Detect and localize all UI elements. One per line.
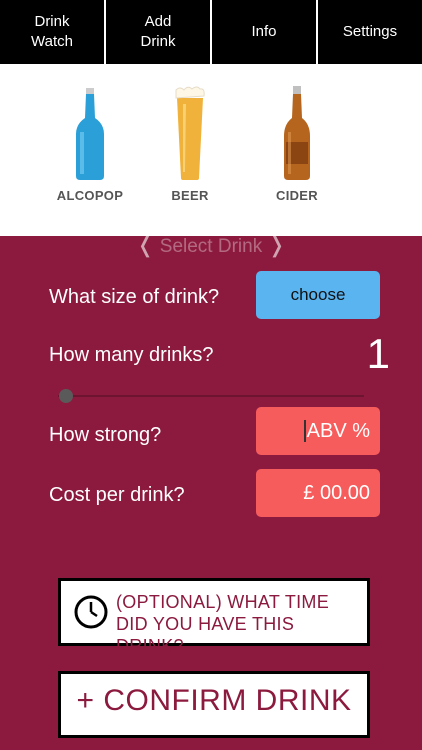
drink-option-beer[interactable]: BEER [145, 84, 235, 214]
tab-info[interactable]: Info [212, 0, 318, 64]
beer-glass-icon [175, 86, 205, 180]
strength-label: How strong? [49, 424, 162, 446]
text-cursor [303, 420, 306, 442]
abv-placeholder: ABV % [306, 419, 370, 442]
top-nav: Drink Watch Add Drink Info Settings [0, 0, 422, 64]
drink-count-slider-handle[interactable] [59, 389, 73, 403]
size-label: What size of drink? [49, 286, 220, 308]
clock-icon [74, 595, 108, 629]
drink-picker[interactable]: ALCOPOP BEER CIDER [0, 64, 422, 236]
select-drink-label: Select Drink [159, 236, 263, 257]
size-choose-button[interactable]: choose [256, 271, 380, 319]
cost-input[interactable]: £ 00.00 [256, 469, 380, 517]
drink-option-cider[interactable]: CIDER [252, 84, 342, 214]
drink-label: CIDER [276, 188, 318, 203]
drink-time-button[interactable]: (OPTIONAL) WHAT TIME DID YOU HAVE THIS D… [58, 578, 370, 656]
chevron-right-icon[interactable]: ❭ [267, 232, 285, 257]
tab-add-drink[interactable]: Add Drink [106, 0, 212, 64]
drink-label: BEER [171, 188, 209, 203]
confirm-drink-label: + CONFIRM DRINK [76, 684, 352, 717]
tab-drink-watch[interactable]: Drink Watch [0, 0, 106, 64]
select-drink-hint: ❬ Select Drink ❭ [0, 232, 422, 258]
drink-option-alcopop[interactable]: ALCOPOP [45, 84, 135, 214]
cider-bottle-icon [284, 86, 310, 180]
drink-label: ALCOPOP [56, 188, 124, 203]
alcopop-bottle-icon [76, 88, 104, 180]
cost-label: Cost per drink? [49, 484, 185, 506]
abv-input[interactable]: ABV % [256, 407, 380, 455]
confirm-drink-button[interactable]: + CONFIRM DRINK [58, 671, 370, 738]
count-label: How many drinks? [49, 344, 214, 366]
drink-count-slider-track[interactable] [58, 395, 364, 397]
chevron-left-icon[interactable]: ❬ [136, 232, 154, 257]
drink-time-label: (OPTIONAL) WHAT TIME DID YOU HAVE THIS D… [116, 592, 330, 656]
tab-settings[interactable]: Settings [318, 0, 422, 64]
drink-count-value: 1 [366, 330, 390, 377]
